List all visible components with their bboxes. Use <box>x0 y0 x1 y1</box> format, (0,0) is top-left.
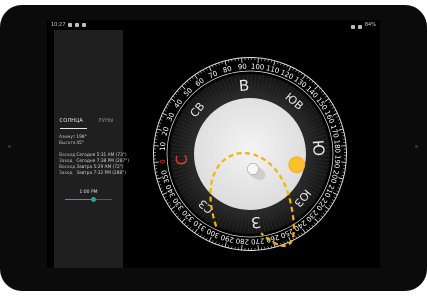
sensor-dot <box>415 145 418 148</box>
degree-label: 180 <box>332 139 341 153</box>
cardinal-label: З <box>250 213 261 232</box>
degree-label: 0 <box>159 159 167 164</box>
degree-label: 190 <box>332 155 341 169</box>
degree-label: 10 <box>159 142 168 152</box>
center-gnomon <box>247 163 259 175</box>
cardinal-label: Ю <box>309 139 328 157</box>
degree-label: 280 <box>235 236 249 245</box>
degree-label: 270 <box>251 236 265 245</box>
degree-label: 100 <box>251 62 265 71</box>
sun-marker[interactable] <box>288 156 306 174</box>
cardinal-label: В <box>238 76 250 95</box>
cardinal-label: С <box>172 154 191 166</box>
degree-label: 90 <box>238 63 248 72</box>
camera-dot <box>8 145 11 148</box>
compass-dial[interactable]: 010203040506070 80 90 100 110 120130140150160… <box>47 20 380 268</box>
